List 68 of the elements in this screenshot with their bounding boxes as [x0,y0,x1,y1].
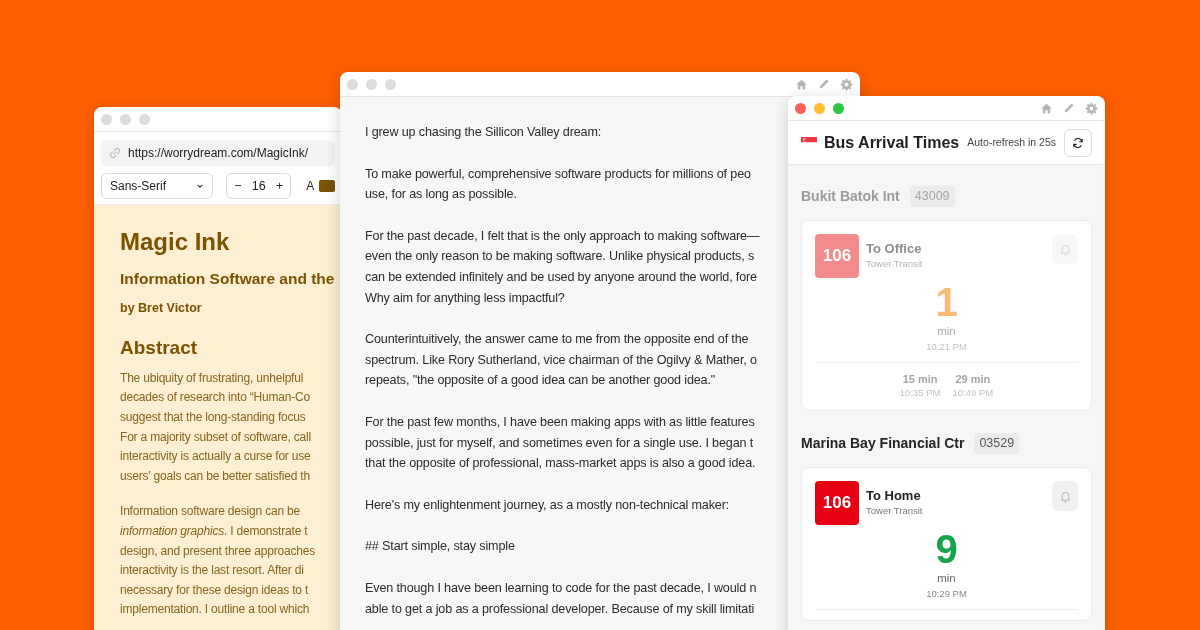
article-subtitle: Information Software and the [120,269,335,289]
minimize-button[interactable] [366,78,377,90]
auto-refresh-note: Auto-refresh in 25s [967,134,1056,150]
stop-code: 03529 [974,433,1020,454]
paragraph: Here's my enlightenment journey, as a mostly non-technical maker: [365,496,730,514]
later-time: 10:35 PM [899,386,941,400]
bell-icon [1058,489,1072,503]
paragraph: Counterintuitively, the answer came to me from the opposite end of the spectrum. Like Rory Sutherland, vice chairman of the Ogilvy & Mather, o repeats, "the opposite of a good idea can be another good idea." [365,331,757,390]
chevron-down-icon [196,182,205,190]
decrease-button[interactable]: − [234,179,242,193]
text-color-label: A [306,178,315,195]
stop-name: Bukit Batok Int [801,187,900,206]
destination-label: To Home [866,488,922,504]
paragraph: The ubiquity of frustrating, unhelpful decades of research into “Human-Co suggest that the long-standing focus For a majority subset of software, call interactivity is actually a curse for use users’ goals can be better satisfied th [120,369,311,485]
font-select[interactable]: Sans-Serif [101,173,214,199]
increase-button[interactable]: + [275,179,284,193]
notify-button[interactable] [1052,481,1078,511]
paragraph: To make powerful, comprehensive software products for millions of peo use, for as long as possible. [365,165,751,204]
zoom-button[interactable] [833,102,844,114]
address-bar[interactable]: https://worrydream.com/MagicInk/ [101,140,335,166]
minimize-button[interactable] [120,113,131,125]
url-text: https://worrydream.com/MagicInk/ [128,145,309,162]
font-size-value: 16 [251,177,266,195]
later-minutes: 29 min [955,372,991,386]
author-byline: by Bret Victor [120,300,202,317]
pencil-icon[interactable] [1063,102,1075,114]
close-button[interactable] [347,78,358,90]
refresh-icon [1072,136,1084,149]
minutes-value: 9 [935,527,958,571]
paragraph: For the past decade, I felt that is the only approach to making software— even the only reason to be making software. Unlike physical products, s can be extended infinitely and be used by anyone around the world, fore Why aim for anything less impactful? [365,227,760,307]
bell-icon [1058,242,1072,256]
stop-code: 43009 [909,186,955,207]
arrival-time: 10:29 PM [926,587,967,601]
app-title: Bus Arrival Times [824,132,960,153]
minutes-unit: min [937,324,956,339]
paragraph: ## Start simple, stay simple [365,538,515,556]
close-button[interactable] [101,113,112,125]
close-button[interactable] [795,102,806,114]
zoom-button[interactable] [139,113,150,125]
link-icon [109,147,121,159]
later-time: 10:49 PM [952,386,994,400]
zoom-button[interactable] [385,78,396,90]
later-minutes: 15 min [902,372,938,386]
paragraph: Information software design can be information graphics. I demonstrate t design, and present three approaches interactivity is the last resort. After di necessary for these design ideas to t implementation. I outline a tool which [120,503,315,619]
arrival-time: 10:21 PM [926,340,967,354]
flag-icon [801,137,817,148]
operator-label: Tower Transit [866,257,923,270]
paragraph: Even though I have been learning to code for the past decade, I would n able to get a job as a professional developer. Because of my skill limitati [365,579,757,618]
color-swatch[interactable] [319,180,335,192]
minutes-value: 1 [935,280,958,324]
operator-label: Tower Transit [866,504,923,517]
destination-label: To Office [866,241,923,257]
stop-name: Marina Bay Financial Ctr [801,434,965,453]
refresh-button[interactable] [1064,128,1092,157]
minimize-button[interactable] [814,102,825,114]
article-title: Magic Ink [120,227,230,257]
minutes-unit: min [937,571,956,586]
section-heading: Abstract [120,335,198,360]
pencil-icon[interactable] [818,78,830,90]
home-icon[interactable] [1040,101,1053,115]
notify-button[interactable] [1052,234,1078,264]
home-icon[interactable] [795,77,808,91]
paragraph: I grew up chasing the Sillicon Valley dream: [365,124,602,141]
settings-icon[interactable] [1085,101,1098,115]
paragraph: For the past few months, I have been making apps with as little features possible, just for myself, and sometimes even for a single use. I began t that the opposite of professional, mass-market apps is also a good idea. [365,413,756,473]
route-number: 106 [815,234,859,278]
route-number: 106 [815,481,859,525]
settings-icon[interactable] [840,77,853,91]
